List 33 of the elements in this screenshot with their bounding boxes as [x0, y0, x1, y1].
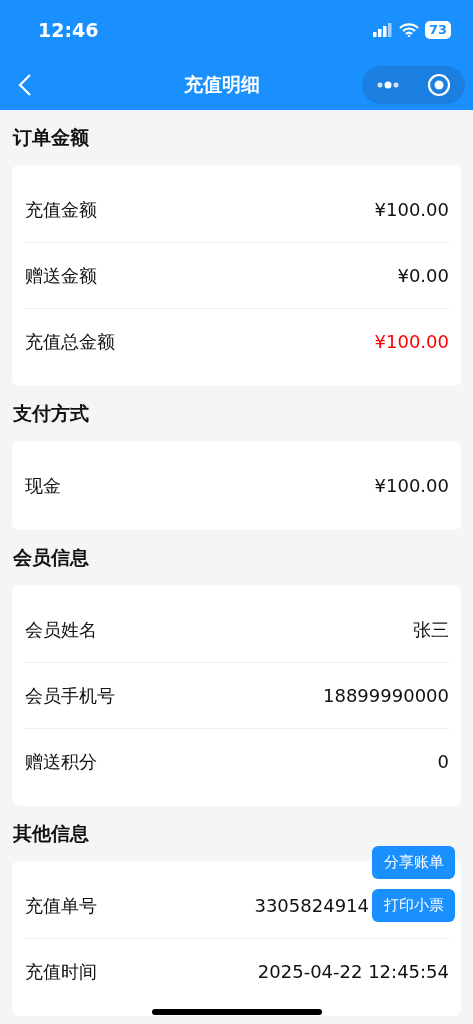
- row-value: 0: [437, 751, 449, 772]
- row-label: 充值时间: [24, 959, 97, 984]
- back-icon[interactable]: [18, 73, 32, 97]
- battery-level: 73: [424, 21, 451, 39]
- row-label: 充值单号: [24, 893, 97, 918]
- row-value: 张三: [413, 617, 449, 642]
- row-label: 充值金额: [24, 197, 97, 222]
- floating-action-button[interactable]: 打印小票: [372, 889, 455, 922]
- section-title: 其他信息: [13, 820, 89, 846]
- row-value: 18899990000: [323, 685, 449, 706]
- row-value: ¥100.00: [374, 199, 449, 220]
- status-time: 12:46: [38, 19, 99, 41]
- row-label: 赠送积分: [24, 749, 97, 774]
- row-label: 会员手机号: [24, 683, 115, 708]
- section-title: 订单金额: [13, 124, 89, 150]
- row-label: 现金: [24, 473, 61, 498]
- signal-icon: [372, 23, 393, 37]
- row-value: ¥100.00: [374, 475, 449, 496]
- close-target-icon[interactable]: [427, 73, 452, 97]
- row-label: 赠送金额: [24, 263, 97, 288]
- more-icon[interactable]: [375, 81, 400, 89]
- page-title: 充值明细: [184, 72, 260, 97]
- floating-action-button[interactable]: 分享账单: [372, 846, 455, 879]
- section-title: 支付方式: [13, 400, 89, 426]
- wifi-icon: [398, 23, 419, 37]
- capsule-menu[interactable]: [362, 66, 465, 104]
- row-label: 会员姓名: [24, 617, 97, 642]
- row-value: ¥0.00: [397, 265, 449, 286]
- row-value: ¥100.00: [374, 331, 449, 352]
- row-value: 3305824914: [254, 895, 369, 916]
- row-label: 充值总金额: [24, 329, 115, 354]
- section-title: 会员信息: [13, 544, 89, 570]
- row-value: 2025-04-22 12:45:54: [257, 961, 449, 982]
